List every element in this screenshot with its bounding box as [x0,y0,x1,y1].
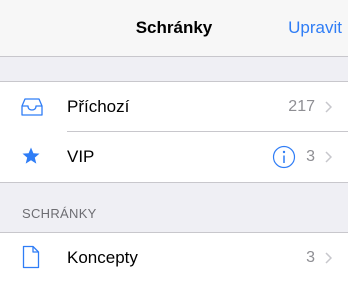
mailboxes-list: Příchozí 217 VIP 3 [0,81,348,183]
item-count: 3 [306,249,315,266]
edit-button[interactable]: Upravit [288,18,342,38]
star-icon [22,147,40,164]
inbox-tray-icon [21,98,43,116]
unread-count: 217 [288,98,315,115]
folder-drafts-row[interactable]: Koncepty 3 [0,233,348,283]
folder-label: Koncepty [67,248,138,267]
section-header: SCHRÁNKY [22,206,97,221]
chevron-right-icon [325,151,332,163]
navigation-bar: Schránky Upravit [0,0,348,57]
document-icon [22,245,40,269]
chevron-right-icon [325,252,332,264]
unread-count: 3 [306,148,315,165]
mailbox-label: Příchozí [67,97,130,116]
folders-list: Koncepty 3 [0,232,348,285]
mailbox-vip-row[interactable]: VIP 3 [0,132,348,182]
mailbox-inbox-row[interactable]: Příchozí 217 [0,82,348,132]
chevron-right-icon [325,101,332,113]
info-icon[interactable] [272,145,296,169]
mailbox-label: VIP [67,147,95,166]
